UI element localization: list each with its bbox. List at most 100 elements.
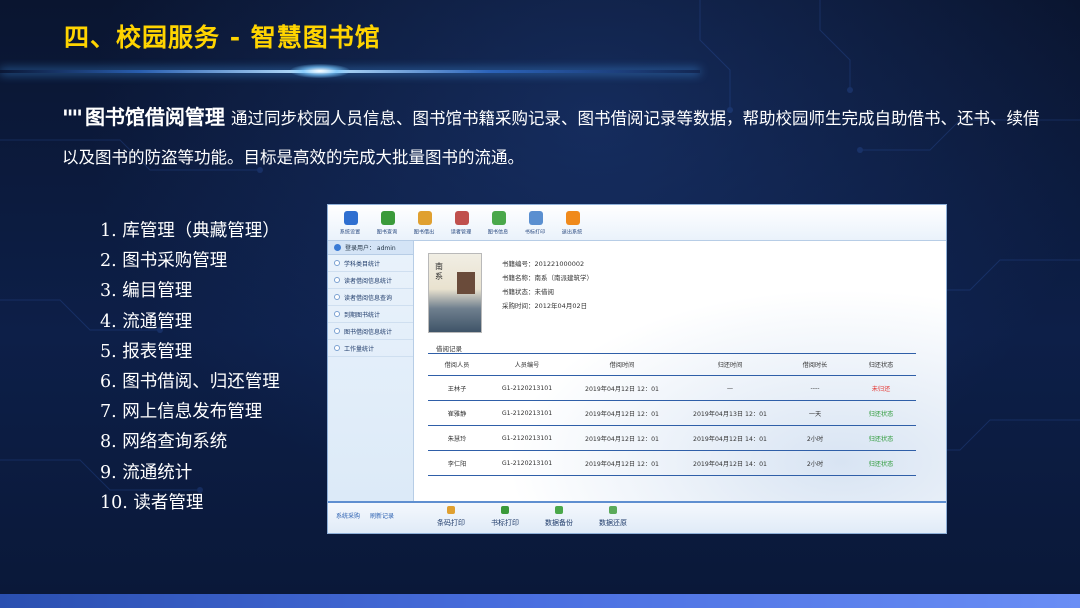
cell-name: 王林子 [428, 375, 486, 401]
table-body: 王林子 G1-2120213101 2019年04月12日 12：01— ---- 未归… [428, 375, 916, 476]
reader-icon [454, 210, 469, 225]
label-print-icon [501, 506, 509, 514]
book-info: 书籍编号：201221000002 书籍名称：南系（南派建筑学） 书籍状态：未借… [502, 257, 593, 313]
table-row[interactable]: 崔雅静 G1-2120213101 2019年04月12日 12：01 2019年04… [428, 400, 916, 426]
library-app-screenshot: 系统设置图书查询 图书借出 读者管理 图书信息书标打印 退出系统 登录用户： admin… [327, 204, 947, 534]
search-icon [380, 210, 395, 225]
toolbar-button-label: 读者管理 [451, 228, 472, 235]
bullet-icon [334, 294, 340, 300]
printer-icon [528, 210, 543, 225]
app-toolbar: 系统设置 图书查询 图书借出 读者管理 图书信息 书标打印 退出系统 [328, 205, 946, 241]
toolbar-button[interactable]: 读者管理 [443, 205, 480, 241]
book-id: 书籍编号：201221000002 [502, 260, 585, 268]
cell-borrow: 2019年04月12日 12：01 [568, 375, 676, 401]
sidebar-item[interactable]: 读者借阅信息统计 [328, 272, 413, 289]
bottom-button-label: 条码打印 [437, 519, 465, 527]
bullet-icon [334, 277, 340, 283]
bottom-buttons: 条码打印 书标打印 数据备份 数据还原 [424, 506, 640, 528]
bottom-button-label: 书标打印 [491, 519, 519, 527]
bullet-icon [334, 260, 340, 266]
exit-icon [565, 210, 580, 225]
cell-borrow: 2019年04月12日 12：01 [568, 400, 676, 426]
column-header: 归还状态 [846, 353, 916, 376]
login-status: 登录用户： admin [328, 241, 413, 255]
column-header: 借阅人员 [428, 353, 486, 376]
user-icon [334, 244, 341, 251]
cell-borrow: 2019年04月12日 12：01 [568, 425, 676, 451]
sidebar-menu: 学科类目统计读者借阅信息统计 读者借阅信息查询到期图书统计图书借阅信息统计 工作量统… [328, 255, 413, 357]
toolbar-button[interactable]: 图书借出 [406, 205, 443, 241]
sidebar-item-label: 图书借阅信息统计 [344, 328, 393, 336]
sidebar-item-label: 工作量统计 [344, 345, 375, 353]
bottom-button[interactable]: 条码打印 [424, 506, 478, 528]
sidebar-item-label: 读者借阅信息统计 [344, 277, 393, 285]
cell-status: 归还状态 [846, 425, 916, 451]
cell-id: G1-2120213101 [486, 375, 568, 401]
cell-name: 朱慧玲 [428, 425, 486, 451]
column-header: 借阅时间 [568, 353, 676, 376]
sidebar-item-label: 读者借阅信息查询 [344, 294, 393, 302]
records-title: 借阅记录 [436, 345, 462, 353]
feature-item: 2. 图书采购管理 [100, 251, 228, 272]
column-header: 人员编号 [486, 353, 568, 376]
feature-item: 10. 读者管理 [100, 492, 204, 513]
sidebar-item-label: 学科类目统计 [344, 260, 381, 268]
toolbar-button-label: 书标打印 [525, 228, 546, 235]
toolbar-button-label: 图书查询 [377, 228, 398, 235]
bottom-button[interactable]: 书标打印 [478, 506, 532, 528]
table-row[interactable]: 李仁阳 G1-2120213101 2019年04月12日 12：01 2019年04… [428, 450, 916, 476]
feature-item: 3. 编目管理 [100, 281, 193, 302]
bullet-icon [334, 345, 340, 351]
table-row[interactable]: 王林子 G1-2120213101 2019年04月12日 12：01— ---- 未归… [428, 375, 916, 401]
column-header: 归还时间 [676, 353, 784, 376]
cell-return: — [676, 375, 784, 401]
cell-status: 归还状态 [846, 450, 916, 476]
app-content: 南系 书籍编号：201221000002 书籍名称：南系（南派建筑学） 书籍状态… [414, 241, 946, 501]
bottom-button[interactable]: 数据备份 [532, 506, 586, 528]
sidebar-item[interactable]: 读者借阅信息查询 [328, 289, 413, 306]
restore-icon [609, 506, 617, 514]
sidebar-item[interactable]: 工作量统计 [328, 340, 413, 357]
toolbar-button[interactable]: 图书信息 [480, 205, 517, 241]
feature-item: 6. 图书借阅、归还管理 [100, 371, 280, 392]
bottom-link[interactable]: 系统采购 [336, 511, 360, 520]
cell-return: 2019年04月13日 12：01 [676, 400, 784, 426]
sidebar-item[interactable]: 图书借阅信息统计 [328, 323, 413, 340]
toolbar-button-label: 图书借出 [414, 228, 435, 235]
backup-icon [555, 506, 563, 514]
toolbar-button[interactable]: 系统设置 [332, 205, 369, 241]
bullet-icon [334, 328, 340, 334]
feature-item: 4. 流通管理 [100, 311, 193, 332]
sidebar-item[interactable]: 到期图书统计 [328, 306, 413, 323]
cell-return: 2019年04月12日 14：01 [676, 425, 784, 451]
toolbar-button[interactable]: 图书查询 [369, 205, 406, 241]
table-row[interactable]: 朱慧玲 G1-2120213101 2019年04月12日 12：01 2019年04… [428, 425, 916, 451]
sidebar-item[interactable]: 学科类目统计 [328, 255, 413, 272]
cell-status: 未归还 [846, 375, 916, 401]
bullet-icon [334, 311, 340, 317]
toolbar-button[interactable]: 退出系统 [554, 205, 591, 241]
login-text: 登录用户： admin [345, 245, 396, 252]
feature-item: 5. 报表管理 [100, 341, 193, 362]
feature-item: 8. 网络查询系统 [100, 432, 228, 453]
cell-duration: 一天 [784, 400, 846, 426]
book-status: 书籍状态：未借阅 [502, 288, 554, 296]
book-out-icon [417, 210, 432, 225]
bottom-button[interactable]: 数据还原 [586, 506, 640, 528]
cell-borrow: 2019年04月12日 12：01 [568, 450, 676, 476]
book-cover-thumbnail [457, 272, 475, 294]
cell-name: 崔雅静 [428, 400, 486, 426]
barcode-print-icon [447, 506, 455, 514]
feature-item: 9. 流通统计 [100, 462, 193, 483]
cell-duration: ---- [784, 375, 846, 401]
cell-id: G1-2120213101 [486, 425, 568, 451]
toolbar-button[interactable]: 书标打印 [517, 205, 554, 241]
feature-item: 1. 库管理（典藏管理） [100, 221, 280, 241]
bottom-link[interactable]: 刷新记录 [370, 511, 394, 520]
cell-name: 李仁阳 [428, 450, 486, 476]
slide-title: 四、校园服务 - 智慧图书馆 [64, 23, 381, 52]
cell-status: 归还状态 [846, 400, 916, 426]
cell-id: G1-2120213101 [486, 400, 568, 426]
feature-list: 1. 库管理（典藏管理） 2. 图书采购管理 3. 编目管理 4. 流通管理 5. 报表… [100, 216, 280, 518]
book-info-icon [491, 210, 506, 225]
